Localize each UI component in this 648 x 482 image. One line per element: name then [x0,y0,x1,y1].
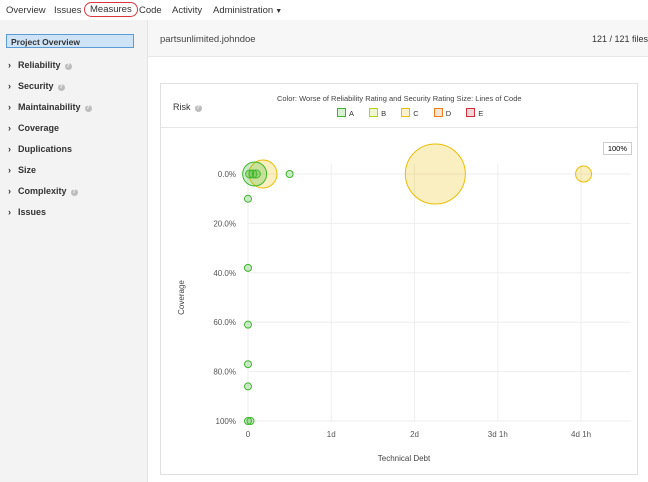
y-tick-label: 40.0% [213,269,236,278]
chevron-right-icon: › [8,123,11,133]
chevron-right-icon: › [8,144,11,154]
chevron-down-icon: ▼ [275,8,283,15]
y-tick-label: 80.0% [213,368,236,377]
data-point [244,320,252,329]
top-navigation: Overview Issues Measures Code Activity A… [0,0,648,20]
y-tick-label: 100% [216,417,236,426]
chevron-right-icon: › [8,165,11,175]
data-point [404,143,466,205]
page-header: partsunlimited.johndoe 121 / 121 files [148,20,648,57]
sidebar-item-label: Issues [18,207,47,217]
sidebar-item-reliability[interactable]: › Reliability? [8,60,72,70]
sidebar-item-duplications[interactable]: › Duplications [8,144,72,154]
data-point [244,360,252,369]
nav-code[interactable]: Code [139,5,162,16]
sidebar-item-label: Size [18,165,37,175]
data-point [285,170,294,178]
nav-overview[interactable]: Overview [6,5,46,16]
sidebar-item-project-overview[interactable]: Project Overview [6,34,134,48]
x-axis-label: Technical Debt [378,454,431,463]
chevron-right-icon: › [8,186,11,196]
nav-issues[interactable]: Issues [54,5,81,16]
x-tick-label: 4d 1h [571,430,591,439]
help-icon[interactable]: ? [70,189,78,196]
sidebar: Project Overview › Reliability? › Security… [0,20,148,482]
data-point [244,194,252,203]
sidebar-item-size[interactable]: › Size [8,165,36,175]
x-tick-label: 3d 1h [488,430,508,439]
x-tick-label: 1d [327,430,336,439]
nav-activity[interactable]: Activity [172,5,202,16]
chevron-right-icon: › [8,60,11,70]
nav-measures[interactable]: Measures [84,2,138,17]
risk-panel: Risk? Color: Worse of Reliability Rating… [160,83,638,475]
sidebar-item-security[interactable]: › Security? [8,81,65,91]
sidebar-item-label: Complexity [18,186,67,196]
sidebar-item-issues[interactable]: › Issues [8,207,46,217]
data-point [246,417,255,425]
sidebar-item-label: Duplications [18,144,73,154]
data-point [251,169,261,179]
help-icon[interactable]: ? [84,105,92,112]
x-tick-label: 0 [246,430,251,439]
sidebar-item-label: Coverage [18,123,60,133]
sidebar-item-label: Maintainability [18,102,81,112]
y-tick-label: 0.0% [218,170,236,179]
sidebar-item-maintainability[interactable]: › Maintainability? [8,102,92,112]
bubble-chart: 0.0% 20.0% 40.0% 60.0% 80.0% 100% 0 1d 2d 3d 1h 4d… [177,143,631,463]
sidebar-item-complexity[interactable]: › Complexity? [8,186,78,196]
sidebar-item-label: Reliability [18,60,61,70]
chevron-right-icon: › [8,102,11,112]
help-icon[interactable]: ? [64,63,72,70]
y-tick-label: 60.0% [213,318,236,327]
sidebar-item-coverage[interactable]: › Coverage [8,123,59,133]
y-tick-label: 20.0% [213,219,236,228]
chevron-right-icon: › [8,207,11,217]
data-point [244,263,252,272]
data-point [575,165,593,183]
data-point [244,382,252,391]
help-icon[interactable]: ? [57,84,65,91]
file-count: 121 / 121 files [591,34,648,44]
project-name: partsunlimited.johndoe [160,34,256,45]
nav-administration[interactable]: Administration ▼ [213,5,282,16]
nav-administration-label: Administration [213,5,274,16]
x-tick-label: 2d [410,430,419,439]
y-axis-label: Coverage [177,280,186,315]
chevron-right-icon: › [8,81,11,91]
sidebar-item-label: Security [18,81,54,91]
